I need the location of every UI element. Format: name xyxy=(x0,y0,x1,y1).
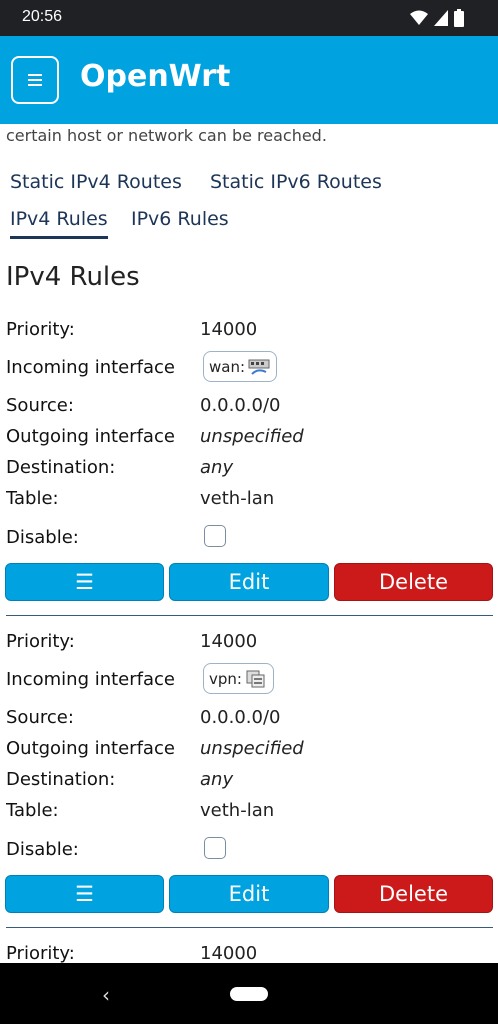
incoming-row: Incoming interface vpn: xyxy=(6,663,496,697)
priority-value: 14000 xyxy=(200,943,258,963)
interface-name: vpn: xyxy=(209,669,242,688)
disable-label: Disable: xyxy=(6,527,79,548)
disable-checkbox[interactable] xyxy=(204,525,226,547)
sort-button[interactable]: ☰ xyxy=(5,563,164,601)
table-value: veth-lan xyxy=(200,800,275,821)
outgoing-label: Outgoing interface xyxy=(6,426,175,447)
disable-row: Disable: xyxy=(6,837,496,867)
priority-label: Priority: xyxy=(6,631,75,652)
incoming-label: Incoming interface xyxy=(6,669,175,690)
table-row: Table: veth-lan xyxy=(6,800,496,828)
priority-label: Priority: xyxy=(6,319,75,340)
priority-value: 14000 xyxy=(200,319,258,340)
divider xyxy=(6,927,493,928)
destination-label: Destination: xyxy=(6,457,116,478)
edit-button[interactable]: Edit xyxy=(169,563,329,601)
outgoing-label: Outgoing interface xyxy=(6,738,175,759)
outgoing-row: Outgoing interface unspecified xyxy=(6,738,496,766)
source-label: Source: xyxy=(6,707,74,728)
priority-label: Priority: xyxy=(6,943,75,963)
tab-ipv6-rules[interactable]: IPv6 Rules xyxy=(131,208,229,230)
priority-value: 14000 xyxy=(200,631,258,652)
tunnel-interface-icon xyxy=(246,670,265,687)
main-content: certain host or network can be reached. … xyxy=(0,124,498,963)
status-bar: 20:56 xyxy=(0,0,498,36)
status-time: 20:56 xyxy=(22,8,63,25)
source-label: Source: xyxy=(6,395,74,416)
sort-icon: ☰ xyxy=(75,882,94,906)
edit-button[interactable]: Edit xyxy=(169,875,329,913)
outgoing-row: Outgoing interface unspecified xyxy=(6,426,496,454)
back-icon[interactable]: ‹ xyxy=(102,983,110,1007)
interface-name: wan: xyxy=(209,357,246,376)
incoming-label: Incoming interface xyxy=(6,357,175,378)
hamburger-icon xyxy=(28,74,42,86)
app-title: OpenWrt xyxy=(80,59,231,94)
app-bar: OpenWrt xyxy=(0,36,498,124)
delete-button[interactable]: Delete xyxy=(334,875,493,913)
interface-badge: wan: xyxy=(203,351,278,382)
priority-row: Priority: 14000 xyxy=(6,943,496,963)
outgoing-value: unspecified xyxy=(200,426,304,447)
disable-row: Disable: xyxy=(6,525,496,555)
signal-icon xyxy=(434,10,448,26)
priority-row: Priority: 14000 xyxy=(6,631,496,659)
home-pill[interactable] xyxy=(230,987,268,1001)
disable-label: Disable: xyxy=(6,839,79,860)
disable-checkbox[interactable] xyxy=(204,837,226,859)
source-row: Source: 0.0.0.0/0 xyxy=(6,395,496,423)
destination-value: any xyxy=(200,769,234,790)
tab-ipv4-rules[interactable]: IPv4 Rules xyxy=(10,208,108,239)
tab-static-ipv6-routes[interactable]: Static IPv6 Routes xyxy=(210,171,382,193)
interface-badge: vpn: xyxy=(203,663,274,694)
table-label: Table: xyxy=(6,488,59,509)
divider xyxy=(6,615,493,616)
sort-icon: ☰ xyxy=(75,570,94,594)
table-value: veth-lan xyxy=(200,488,275,509)
battery-icon xyxy=(454,9,464,27)
table-row: Table: veth-lan xyxy=(6,488,496,516)
section-title: IPv4 Rules xyxy=(6,262,140,292)
destination-label: Destination: xyxy=(6,769,116,790)
ethernet-port-icon xyxy=(248,359,270,375)
navigation-bar: ‹ xyxy=(0,963,498,1024)
tab-static-ipv4-routes[interactable]: Static IPv4 Routes xyxy=(10,171,182,193)
sort-button[interactable]: ☰ xyxy=(5,875,164,913)
incoming-row: Incoming interface wan: xyxy=(6,351,496,385)
wifi-icon xyxy=(410,10,428,25)
delete-button[interactable]: Delete xyxy=(334,563,493,601)
source-row: Source: 0.0.0.0/0 xyxy=(6,707,496,735)
destination-row: Destination: any xyxy=(6,769,496,797)
page-description: certain host or network can be reached. xyxy=(6,126,327,145)
menu-button[interactable] xyxy=(11,56,59,104)
source-value: 0.0.0.0/0 xyxy=(200,395,281,416)
table-label: Table: xyxy=(6,800,59,821)
outgoing-value: unspecified xyxy=(200,738,304,759)
priority-row: Priority: 14000 xyxy=(6,319,496,347)
destination-row: Destination: any xyxy=(6,457,496,485)
destination-value: any xyxy=(200,457,234,478)
source-value: 0.0.0.0/0 xyxy=(200,707,281,728)
